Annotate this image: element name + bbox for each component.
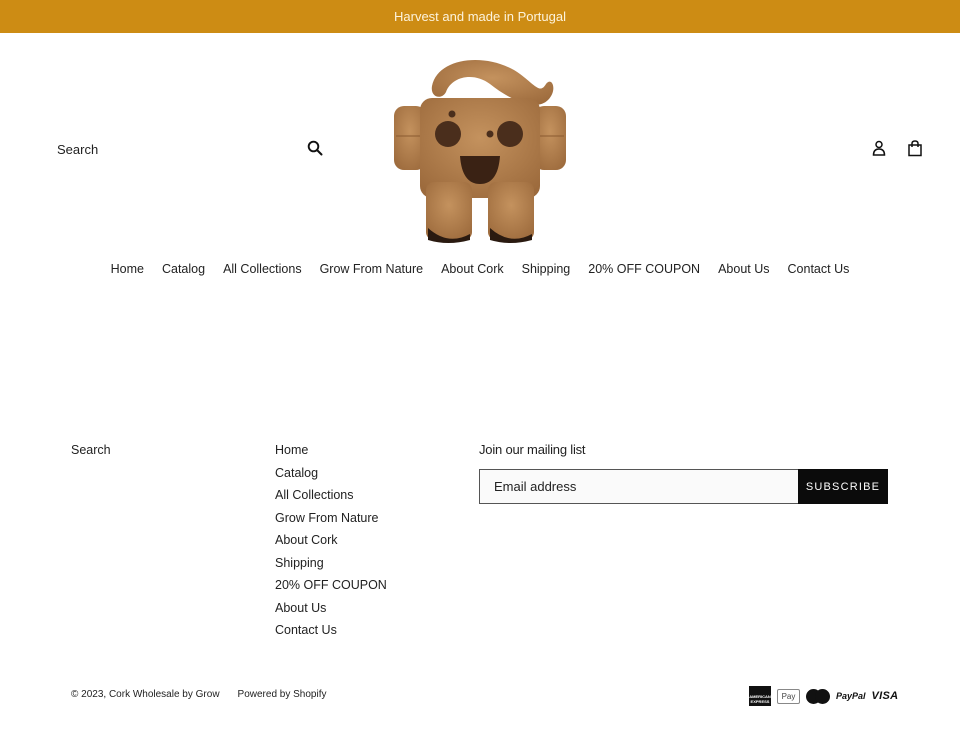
footer-link-shipping[interactable]: Shipping [275, 556, 324, 570]
subscribe-button[interactable]: SUBSCRIBE [798, 469, 888, 504]
account-button[interactable] [870, 138, 888, 158]
account-icon [872, 140, 886, 156]
apple-pay-icon: Pay [777, 688, 800, 704]
footer-link-item: 20% OFF COUPON [275, 578, 387, 601]
newsletter-title: Join our mailing list [479, 442, 586, 457]
nav-item-catalog[interactable]: Catalog [153, 262, 214, 276]
announcement-text: Harvest and made in Portugal [394, 9, 566, 24]
footer-link-coupon[interactable]: 20% OFF COUPON [275, 578, 387, 592]
header-icons [870, 138, 924, 158]
footer-link-item: Home [275, 443, 387, 466]
nav-item-about-cork[interactable]: About Cork [432, 262, 513, 276]
amex-icon: AMERICAN EXPRESS [749, 686, 771, 706]
header-search-form [47, 134, 330, 164]
visa-icon: VISA [871, 690, 899, 702]
payment-icons: AMERICAN EXPRESS Pay PayPal VISA [749, 686, 898, 706]
footer-link-grow-from-nature[interactable]: Grow From Nature [275, 511, 379, 525]
logo[interactable] [390, 52, 570, 244]
search-input[interactable] [47, 141, 287, 157]
footer-link-home[interactable]: Home [275, 443, 308, 457]
powered-by-link[interactable]: Powered by Shopify [238, 689, 327, 700]
search-button[interactable] [305, 139, 325, 159]
apple-pay-label: Pay [781, 691, 796, 701]
email-input[interactable] [479, 469, 798, 504]
nav-item-all-collections[interactable]: All Collections [214, 262, 311, 276]
footer-bottom: © 2023, Cork Wholesale by Grow Powered b… [71, 689, 327, 700]
paypal-icon: PayPal [836, 691, 866, 701]
footer-link-item: Shipping [275, 556, 387, 579]
footer-links: Home Catalog All Collections Grow From N… [275, 443, 387, 646]
announcement-bar: Harvest and made in Portugal [0, 0, 960, 33]
footer-link-item: Grow From Nature [275, 511, 387, 534]
footer-link-catalog[interactable]: Catalog [275, 466, 318, 480]
cart-icon [908, 139, 922, 156]
footer-link-item: All Collections [275, 488, 387, 511]
nav-item-home[interactable]: Home [102, 262, 153, 276]
footer-link-item: Contact Us [275, 623, 387, 646]
footer-link-about-us[interactable]: About Us [275, 601, 326, 615]
main-nav: Home Catalog All Collections Grow From N… [0, 262, 960, 276]
footer-link-item: Catalog [275, 466, 387, 489]
footer-link-item: About Cork [275, 533, 387, 556]
mastercard-icon [806, 688, 830, 704]
newsletter-form: SUBSCRIBE [479, 469, 888, 504]
cork-mascot-logo [394, 60, 566, 243]
search-icon [307, 140, 323, 155]
nav-item-coupon[interactable]: 20% OFF COUPON [579, 262, 709, 276]
footer-link-about-cork[interactable]: About Cork [275, 533, 338, 547]
cart-button[interactable] [906, 138, 924, 158]
nav-item-contact-us[interactable]: Contact Us [779, 262, 859, 276]
footer-link-all-collections[interactable]: All Collections [275, 488, 354, 502]
copyright-text[interactable]: © 2023, Cork Wholesale by Grow [71, 689, 220, 700]
footer-link-item: About Us [275, 601, 387, 624]
footer-link-contact-us[interactable]: Contact Us [275, 623, 337, 637]
nav-item-grow-from-nature[interactable]: Grow From Nature [311, 262, 433, 276]
newsletter-section: Join our mailing list SUBSCRIBE [479, 442, 888, 504]
nav-item-about-us[interactable]: About Us [709, 262, 778, 276]
nav-item-shipping[interactable]: Shipping [513, 262, 580, 276]
footer-search-link[interactable]: Search [71, 443, 111, 457]
